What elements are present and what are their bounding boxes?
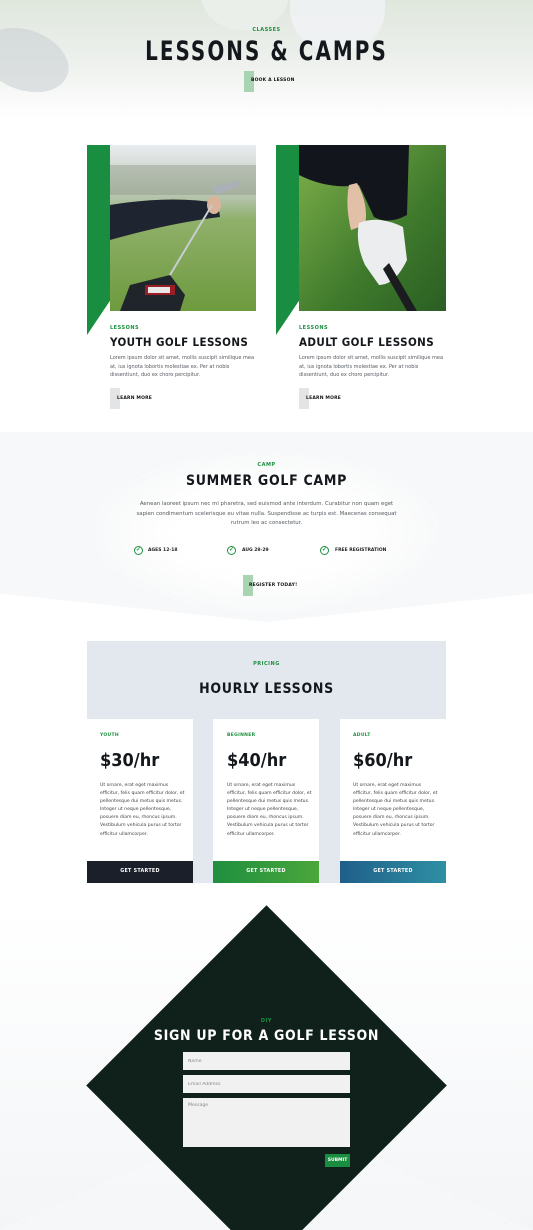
lesson-kicker: LESSONS	[299, 325, 329, 331]
camp-feature: AGES 12-18	[148, 548, 178, 553]
camp-description: Aenean laoreet ipsum nec mi pharetra, se…	[136, 501, 397, 526]
lesson-description: Lorem ipsum dolor sit amet, mollis susci…	[299, 355, 444, 379]
plan-description: Ut ornare, erat eget maximus efficitur, …	[227, 783, 312, 837]
signup-title: SIGN UP FOR A GOLF LESSON	[153, 1028, 380, 1044]
signup-kicker: DIY	[260, 1018, 273, 1024]
hero-photo-shape	[200, 0, 290, 30]
camp-feature: FREE REGISTRATION	[335, 548, 387, 553]
lesson-title: YOUTH GOLF LESSONS	[110, 335, 249, 349]
name-field[interactable]	[183, 1052, 350, 1070]
youth-golf-photo	[110, 145, 256, 311]
hero-kicker: CLASSES	[252, 27, 281, 33]
get-started-button[interactable]: GET STARTED	[213, 861, 319, 883]
email-field[interactable]	[183, 1075, 350, 1093]
check-icon: ✓	[134, 546, 143, 555]
submit-button[interactable]: SUBMIT	[325, 1154, 350, 1167]
learn-more-button[interactable]: LEARN MORE	[117, 396, 152, 401]
get-started-button[interactable]: GET STARTED	[340, 861, 446, 883]
lesson-description: Lorem ipsum dolor sit amet, mollis susci…	[110, 355, 255, 379]
page-title: LESSONS & CAMPS	[145, 36, 388, 67]
plan-tier: YOUTH	[100, 733, 119, 738]
plan-tier: ADULT	[353, 733, 371, 738]
card-accent-bar	[87, 145, 110, 335]
adult-golf-photo	[299, 145, 446, 311]
pricing-title: HOURLY LESSONS	[199, 681, 334, 697]
book-lesson-button[interactable]: BOOK A LESSON	[251, 78, 295, 83]
plan-price: $40/hr	[227, 750, 287, 771]
learn-more-button[interactable]: LEARN MORE	[306, 396, 341, 401]
plan-description: Ut ornare, erat eget maximus efficitur, …	[353, 783, 438, 837]
plan-tier: BEGINNER	[227, 733, 256, 738]
get-started-button[interactable]: GET STARTED	[87, 861, 193, 883]
card-accent-bar	[276, 145, 299, 335]
check-icon: ✓	[320, 546, 329, 555]
message-field[interactable]	[183, 1098, 350, 1147]
camp-feature: AUG 28-29	[242, 548, 269, 553]
plan-price: $60/hr	[353, 750, 413, 771]
camp-title: SUMMER GOLF CAMP	[185, 473, 348, 489]
plan-price: $30/hr	[100, 750, 160, 771]
plan-description: Ut ornare, erat eget maximus efficitur, …	[100, 783, 185, 837]
camp-kicker: CAMP	[257, 462, 276, 468]
lesson-title: ADULT GOLF LESSONS	[299, 335, 435, 349]
pricing-kicker: PRICING	[253, 661, 280, 667]
register-button[interactable]: REGISTER TODAY!	[249, 583, 297, 588]
lesson-kicker: LESSONS	[110, 325, 140, 331]
check-icon: ✓	[227, 546, 236, 555]
